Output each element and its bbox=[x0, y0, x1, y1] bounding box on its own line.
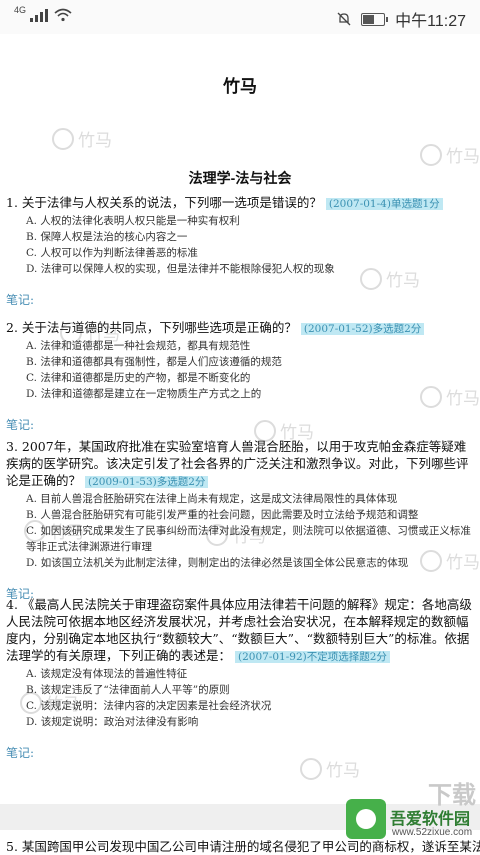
note-link[interactable]: 笔记: bbox=[6, 744, 474, 761]
option: C. 法律和道德都是历史的产物，都是不断变化的 bbox=[26, 372, 251, 384]
question-3: 3. 2007年，某国政府批准在实验室培育人兽混合胚胎，以用于攻克帕金森症等疑难… bbox=[6, 438, 474, 602]
option: D. 该规定说明：政治对法律没有影响 bbox=[26, 716, 199, 728]
option: B. 保障人权是法治的核心内容之一 bbox=[26, 231, 188, 243]
question-tag: (2009-01-53)多选题2分 bbox=[85, 476, 209, 488]
option: D. 如该国立法机关为此制定法律，则制定出的法律必然是该国全体公民意志的体现 bbox=[26, 557, 409, 569]
site-logo-icon bbox=[346, 799, 386, 839]
watermark: 竹马 bbox=[420, 142, 480, 167]
watermark-logo-icon bbox=[52, 127, 74, 150]
question-tag: (2007-01-92)不定项选择题2分 bbox=[235, 651, 390, 663]
question-tag: (2007-01-4)单选题1分 bbox=[325, 198, 443, 210]
question-stem: 3. 2007年，某国政府批准在实验室培育人兽混合胚胎，以用于攻克帕金森症等疑难… bbox=[6, 439, 469, 488]
option: C. 该规定说明：法律内容的决定因素是社会经济状况 bbox=[26, 700, 272, 712]
question-tag: (2007-01-52)多选题2分 bbox=[300, 323, 425, 335]
question-4: 4. 《最高人民法院关于审理盗窃案件具体应用法律若干问题的解释》规定：各地高级人… bbox=[6, 596, 474, 761]
status-left: 4G bbox=[14, 5, 72, 22]
site-watermark: 下载 吾爱软件园 www.52zixue.com bbox=[346, 782, 476, 851]
status-right: 中午11:27 bbox=[337, 7, 466, 31]
question-1: 1. 关于法律与人权关系的说法，下列哪一选项是错误的？ (2007-01-4)单… bbox=[6, 194, 474, 308]
option: B. 该规定违反了“法律面前人人平等”的原则 bbox=[26, 684, 230, 696]
wifi-icon bbox=[54, 8, 72, 22]
section-title: 法理学-法与社会 bbox=[188, 170, 292, 186]
watermark-logo-icon bbox=[420, 143, 442, 166]
site-name: 吾爱软件园 bbox=[390, 811, 471, 828]
question-stem: 4. 《最高人民法院关于审理盗窃案件具体应用法律若干问题的解释》规定：各地高级人… bbox=[6, 597, 472, 663]
option: A. 目前人兽混合胚胎研究在法律上尚未有规定，这是成文法律局限性的具体体现 bbox=[26, 493, 398, 505]
signal-icon bbox=[30, 8, 49, 22]
document-page[interactable]: 竹马 竹马 竹马 竹马 竹马 竹马 竹马 竹马 竹马 竹马 竹马 竹马 法理学-… bbox=[0, 34, 480, 804]
option: A. 人权的法律化表明人权只能是一种实有权利 bbox=[26, 215, 240, 227]
option: B. 法律和道德都具有强制性，都是人们应该遵循的规范 bbox=[26, 356, 282, 368]
note-link[interactable]: 笔记: bbox=[6, 291, 474, 308]
watermark: 竹马 bbox=[52, 126, 112, 151]
network-type: 4G bbox=[14, 5, 27, 15]
option: C. 人权可以作为判断法律善恶的标准 bbox=[26, 247, 198, 259]
option: B. 人兽混合胚胎研究有可能引发严重的社会问题，因此需要及时立法给予规范和调整 bbox=[26, 509, 419, 521]
option: D. 法律和道德都是建立在一定物质生产方式之上的 bbox=[26, 388, 262, 400]
doc-title: 竹马 bbox=[223, 77, 257, 96]
option: D. 法律可以保障人权的实现，但是法律并不能根除侵犯人权的现象 bbox=[26, 263, 335, 275]
clock: 中午11:27 bbox=[395, 13, 466, 30]
question-stem: 2. 关于法与道德的共同点，下列哪些选项是正确的？ (2007-01-52)多选… bbox=[6, 319, 474, 338]
option: A. 该规定没有体现法的普遍性特征 bbox=[26, 668, 188, 680]
option: A. 法律和道德都是一种社会规范，都具有规范性 bbox=[26, 340, 251, 352]
status-bar: 4G 中午11:27 bbox=[0, 0, 480, 34]
site-url: www.52zixue.com bbox=[392, 827, 473, 838]
question-2: 2. 关于法与道德的共同点，下列哪些选项是正确的？ (2007-01-52)多选… bbox=[6, 319, 474, 433]
bell-muted-icon bbox=[337, 12, 351, 26]
option: C. 如因该研究成果发生了民事纠纷而法律对此没有规定，则法院可以依据道德、习惯或… bbox=[26, 525, 471, 553]
battery-icon bbox=[361, 12, 389, 26]
question-stem: 1. 关于法律与人权关系的说法，下列哪一选项是错误的？ (2007-01-4)单… bbox=[6, 194, 474, 213]
note-link[interactable]: 笔记: bbox=[6, 416, 474, 433]
